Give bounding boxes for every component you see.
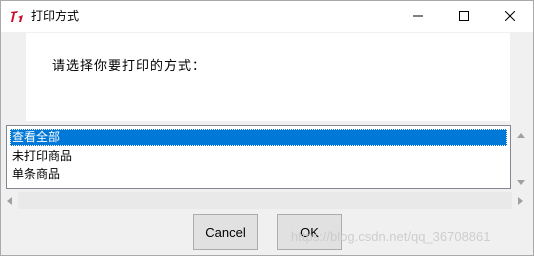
message-area: 请选择你要打印的方式： [26, 33, 510, 121]
print-mode-listbox[interactable]: 查看全部 未打印商品 单条商品 [6, 125, 511, 189]
chevron-left-icon [7, 194, 12, 208]
title-bar[interactable]: 打印方式 [1, 1, 533, 32]
close-icon [504, 10, 516, 24]
prompt-message: 请选择你要打印的方式： [52, 59, 207, 74]
window-title: 打印方式 [31, 9, 80, 23]
minimize-icon [413, 10, 423, 24]
chevron-down-icon [516, 174, 525, 188]
minimize-button[interactable] [395, 1, 441, 32]
cancel-button[interactable]: Cancel [193, 214, 258, 250]
watermark: https://blog.csdn.net/qq_36708861 [291, 229, 491, 244]
scroll-right-button[interactable] [512, 192, 529, 209]
close-button[interactable] [487, 1, 533, 32]
maximize-button[interactable] [441, 1, 487, 32]
chevron-right-icon [518, 194, 523, 208]
tk-feather-icon [9, 9, 25, 25]
scroll-up-button[interactable] [512, 125, 529, 142]
list-item[interactable]: 未打印商品 [10, 148, 507, 165]
scroll-track[interactable] [18, 192, 512, 209]
horizontal-scrollbar[interactable] [1, 192, 529, 209]
scroll-down-button[interactable] [512, 172, 529, 189]
chevron-up-icon [516, 127, 525, 141]
vertical-scrollbar[interactable] [512, 125, 529, 189]
list-item[interactable]: 单条商品 [10, 166, 507, 183]
dialog-window: 打印方式 请选择你要打印的方式： 查看全部 未打印商品 单条商品 Cancel … [0, 0, 534, 256]
maximize-icon [459, 10, 469, 24]
list-item[interactable]: 查看全部 [10, 129, 507, 146]
scroll-left-button[interactable] [1, 192, 18, 209]
